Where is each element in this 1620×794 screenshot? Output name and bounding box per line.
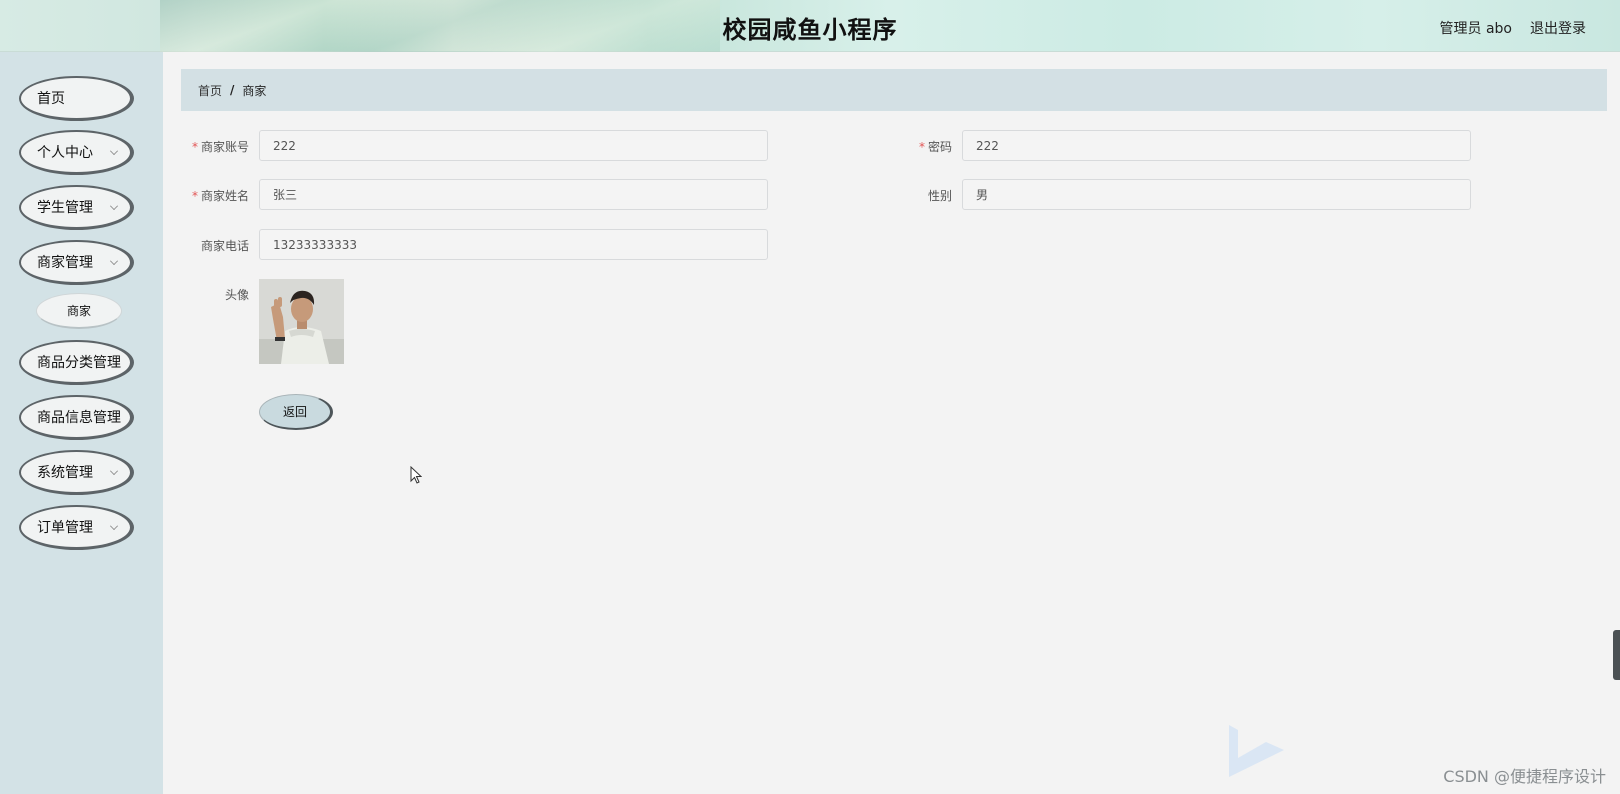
sidebar-item-label: 商家管理	[37, 255, 93, 271]
app-title: 校园咸鱼小程序	[722, 16, 898, 44]
sidebar-item-label: 个人中心	[37, 145, 93, 161]
sidebar-item-system[interactable]: 系统管理	[19, 450, 134, 495]
watermark-text: CSDN @便捷程序设计	[1443, 767, 1606, 786]
required-mark: *	[918, 140, 925, 154]
chevron-down-icon	[110, 202, 118, 210]
breadcrumb: 首页 / 商家	[181, 69, 1607, 111]
required-mark: *	[191, 189, 198, 203]
phone-label: 商家电话	[179, 237, 249, 254]
account-label-text: 商家账号	[200, 140, 249, 154]
name-label-text: 商家姓名	[200, 189, 249, 203]
account-field[interactable]: 222	[259, 130, 768, 161]
breadcrumb-current: 商家	[242, 83, 267, 98]
breadcrumb-separator: /	[230, 83, 235, 97]
chevron-down-icon	[110, 147, 118, 155]
password-label: * 密码	[882, 138, 952, 155]
gender-label: 性别	[882, 187, 952, 204]
phone-label-text: 商家电话	[200, 239, 249, 253]
password-label-text: 密码	[927, 140, 952, 154]
sidebar-item-label: 学生管理	[37, 200, 93, 216]
back-button[interactable]: 返回	[259, 394, 333, 430]
watermark-logo-icon	[1229, 725, 1284, 777]
breadcrumb-home[interactable]: 首页	[198, 82, 222, 99]
name-label: * 商家姓名	[179, 187, 249, 204]
person-photo-icon	[259, 279, 344, 364]
gender-label-text: 性别	[927, 189, 952, 203]
sidebar-item-home[interactable]: 首页	[19, 76, 134, 121]
mouse-cursor-icon	[410, 466, 422, 484]
current-user: 管理员 abo	[1439, 21, 1512, 37]
name-field[interactable]: 张三	[259, 179, 768, 210]
sidebar-item-product-categories[interactable]: 商品分类管理	[19, 340, 134, 385]
password-field[interactable]: 222	[962, 130, 1471, 161]
side-scroll-tab[interactable]	[1613, 630, 1620, 680]
sidebar-item-personal-center[interactable]: 个人中心	[19, 130, 134, 175]
avatar-label: 头像	[179, 286, 249, 303]
chevron-down-icon	[110, 467, 118, 475]
sidebar-subitem-merchant[interactable]: 商家	[36, 293, 122, 329]
sidebar: 首页 个人中心 学生管理 商家管理 商家 商品分类管理 商品信息管理 系统管理 …	[0, 52, 163, 794]
chevron-down-icon	[110, 257, 118, 265]
top-header: 校园咸鱼小程序 管理员 abo 退出登录	[0, 0, 1620, 52]
sidebar-item-label: 商品分类管理	[37, 355, 121, 371]
sidebar-item-merchants[interactable]: 商家管理	[19, 240, 134, 285]
avatar-image	[259, 279, 344, 364]
sidebar-item-label: 系统管理	[37, 465, 93, 481]
sidebar-item-label: 商品信息管理	[37, 410, 121, 426]
sidebar-item-label: 首页	[37, 91, 65, 107]
sidebar-item-orders[interactable]: 订单管理	[19, 505, 134, 550]
account-label: * 商家账号	[179, 138, 249, 155]
phone-field[interactable]: 13233333333	[259, 229, 768, 260]
sidebar-item-students[interactable]: 学生管理	[19, 185, 134, 230]
required-mark: *	[191, 140, 198, 154]
gender-field[interactable]: 男	[962, 179, 1471, 210]
logout-link[interactable]: 退出登录	[1530, 18, 1586, 38]
avatar-label-text: 头像	[224, 288, 249, 302]
sidebar-subitem-label: 商家	[66, 304, 91, 318]
sidebar-item-product-info[interactable]: 商品信息管理	[19, 395, 134, 440]
chevron-down-icon	[110, 522, 118, 530]
sidebar-item-label: 订单管理	[37, 520, 93, 536]
